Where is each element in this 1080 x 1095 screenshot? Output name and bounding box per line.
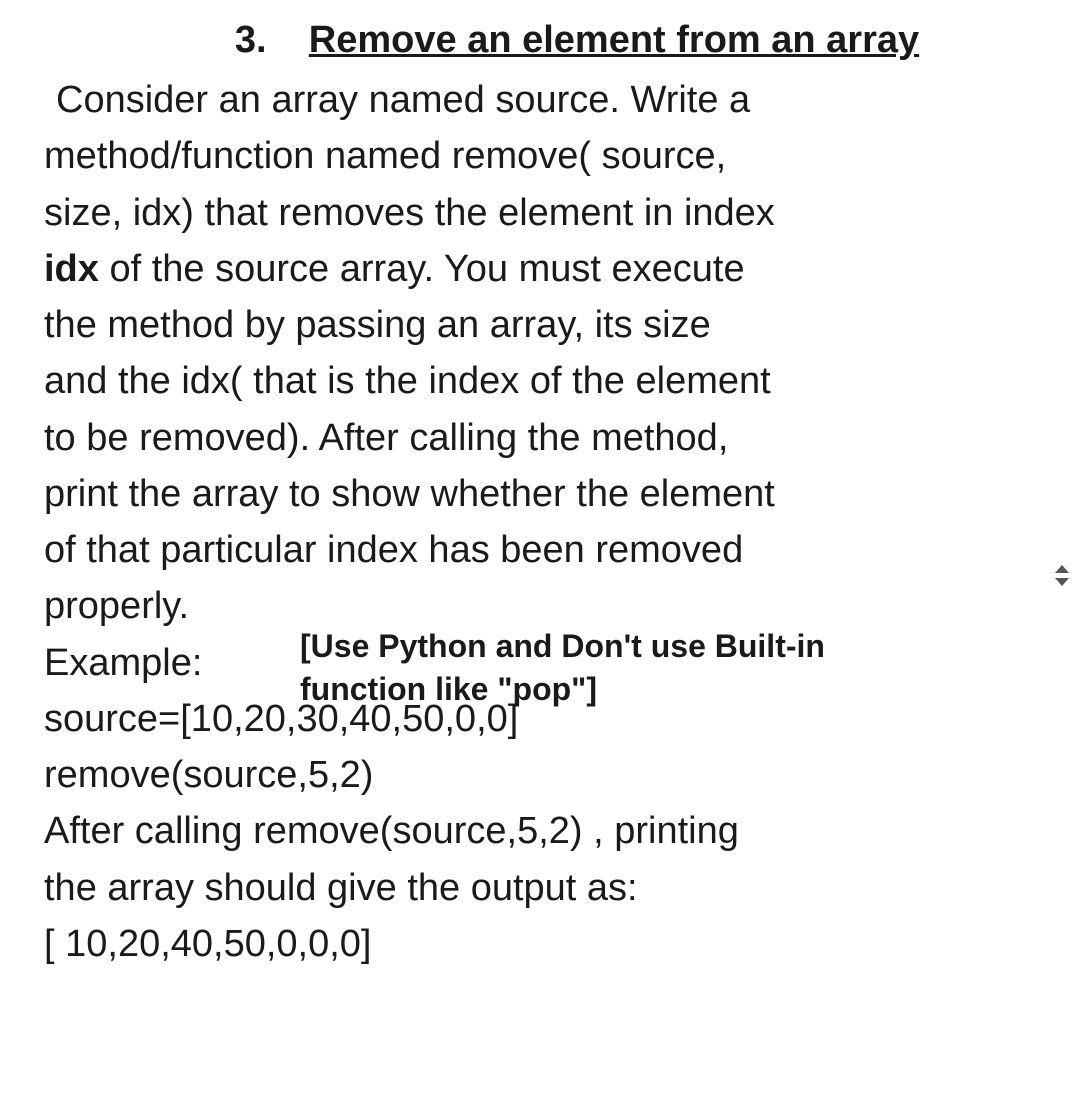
- note-line: [Use Python and Don't use Built-in: [300, 625, 950, 668]
- body-line: print the array to show whether the elem…: [44, 466, 1050, 522]
- body-line-rest: of the source array. You must execute: [99, 248, 745, 290]
- emphasis-idx: idx: [44, 248, 99, 290]
- body-line: After calling remove(source,5,2) , print…: [44, 803, 1050, 859]
- body-line: the array should give the output as:: [44, 860, 1050, 916]
- body-line: and the idx( that is the index of the el…: [44, 353, 1050, 409]
- problem-heading: 3. Remove an element from an array: [104, 12, 1050, 68]
- body-line: Consider an array named source. Write a: [44, 72, 1050, 128]
- annotation-note: [Use Python and Don't use Built-in funct…: [300, 625, 950, 711]
- note-line: function like "pop"]: [300, 668, 950, 711]
- chevron-up-icon[interactable]: [1055, 565, 1069, 573]
- problem-body: Consider an array named source. Write a …: [44, 72, 1050, 972]
- body-line: the method by passing an array, its size: [44, 297, 1050, 353]
- chevron-down-icon[interactable]: [1055, 578, 1069, 586]
- body-line: size, idx) that removes the element in i…: [44, 185, 1050, 241]
- body-line: remove(source,5,2): [44, 747, 1050, 803]
- stepper-control[interactable]: [1050, 555, 1074, 595]
- body-line: of that particular index has been remove…: [44, 522, 1050, 578]
- body-line: idx of the source array. You must execut…: [44, 241, 1050, 297]
- heading-number: 3.: [235, 19, 267, 61]
- heading-title: Remove an element from an array: [309, 19, 919, 61]
- body-line: [ 10,20,40,50,0,0,0]: [44, 916, 1050, 972]
- body-line: method/function named remove( source,: [44, 128, 1050, 184]
- body-line: to be removed). After calling the method…: [44, 410, 1050, 466]
